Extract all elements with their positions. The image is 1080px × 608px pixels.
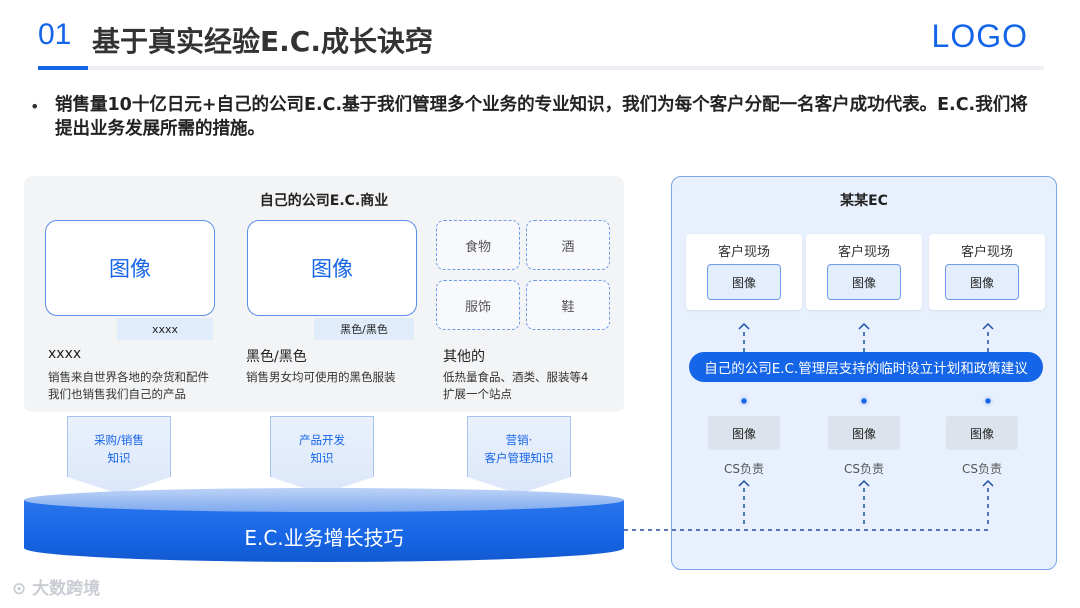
arrow-up-icon-3 [982, 322, 994, 330]
connector-lines [624, 322, 994, 531]
watermark-logo-icon: ⊙ [12, 579, 33, 599]
arrow-up-icon-2 [858, 322, 870, 330]
arrow-up-icon-1 [738, 322, 750, 330]
arrow-up-icon-5 [858, 479, 870, 487]
arrow-up-icon-4 [738, 479, 750, 487]
arrow-up-icon-6 [982, 479, 994, 487]
watermark-text: 大数跨境 [32, 579, 101, 599]
watermark: ⊙ 大数跨境 [12, 574, 100, 599]
